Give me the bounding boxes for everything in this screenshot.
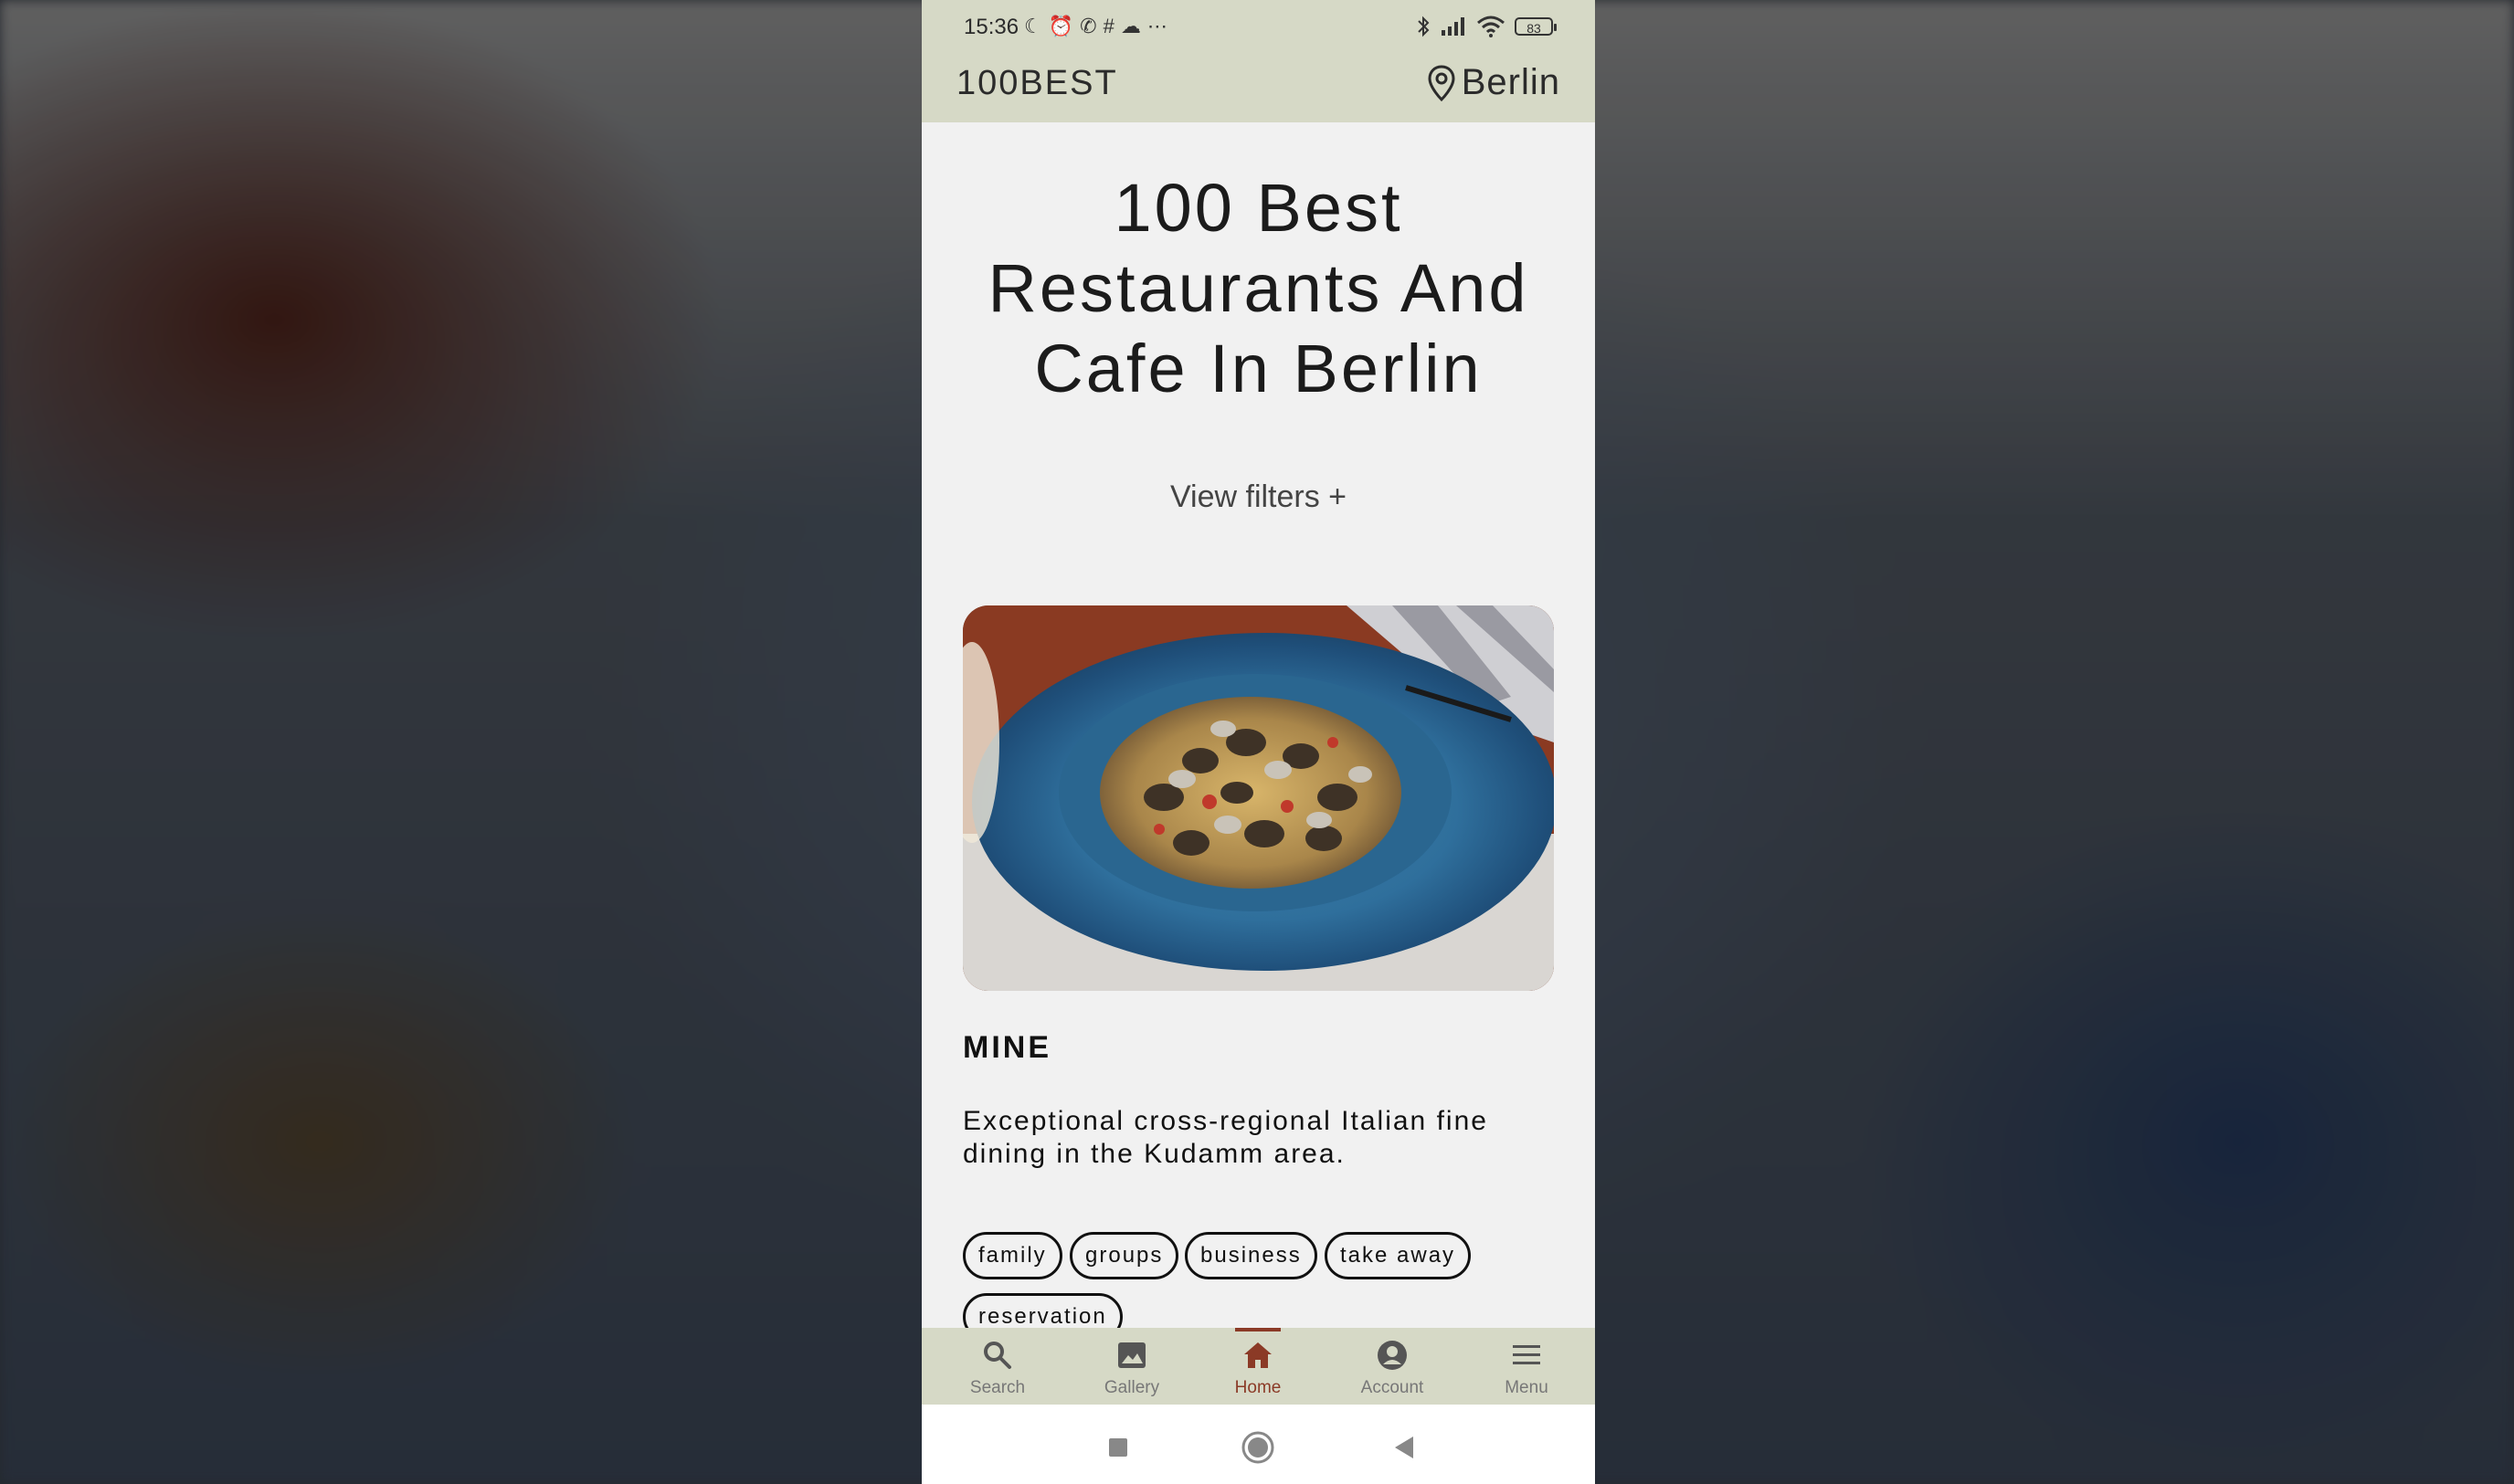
circle-icon (1241, 1431, 1274, 1464)
square-icon (1109, 1438, 1127, 1457)
city-name: Berlin (1461, 62, 1560, 102)
app-icon: ☁ (1120, 15, 1147, 37)
battery-icon: 83 (1515, 17, 1557, 36)
recents-button[interactable] (1100, 1429, 1136, 1466)
tag-groups[interactable]: groups (1070, 1232, 1179, 1279)
page-title: 100 Best Restaurants And Cafe In Berlin (988, 170, 1529, 406)
location-pin-icon (1428, 64, 1455, 101)
status-bar: 15:36 ☾⏰✆#☁⋯ 83 (922, 0, 1595, 53)
nav-menu[interactable]: Menu (1472, 1328, 1581, 1405)
active-indicator (1235, 1328, 1281, 1331)
menu-icon (1513, 1345, 1540, 1364)
back-button[interactable] (1386, 1429, 1422, 1466)
nav-label: Menu (1505, 1378, 1548, 1397)
home-system-button[interactable] (1240, 1429, 1276, 1466)
more-icon: ⋯ (1146, 15, 1174, 37)
tag-business[interactable]: business (1185, 1232, 1317, 1279)
app-bar: 100BEST Berlin (922, 53, 1595, 122)
tag-family[interactable]: family (963, 1232, 1062, 1279)
signal-icon (1442, 17, 1464, 36)
search-icon (984, 1342, 1011, 1369)
brand-logo[interactable]: 100BEST (956, 64, 1118, 103)
city-selector[interactable]: Berlin (1427, 62, 1560, 103)
nav-account[interactable]: Account (1337, 1328, 1447, 1405)
restaurant-image[interactable] (963, 605, 1554, 991)
tag-take-away[interactable]: take away (1325, 1232, 1472, 1279)
phone-screen: 15:36 ☾⏰✆#☁⋯ 83 100BEST Berlin 100 Best … (922, 0, 1595, 1484)
triangle-back-icon (1395, 1437, 1413, 1458)
nav-label: Account (1360, 1378, 1424, 1397)
moon-icon: ☾ (1024, 15, 1049, 37)
nav-home[interactable]: Home (1203, 1328, 1313, 1405)
slack-icon: # (1103, 15, 1121, 37)
wifi-icon (1477, 16, 1505, 37)
view-filters-button[interactable]: View filters + (922, 479, 1595, 516)
bottom-navigation: Search Gallery Home Account Menu (922, 1328, 1595, 1405)
home-icon (1244, 1342, 1272, 1368)
alarm-icon: ⏰ (1048, 15, 1081, 37)
whatsapp-icon: ✆ (1080, 15, 1104, 37)
system-navigation-bar (922, 1405, 1595, 1484)
nav-gallery[interactable]: Gallery (1077, 1328, 1187, 1405)
system-icons: 83 (1416, 13, 1557, 40)
nav-label: Search (969, 1378, 1026, 1397)
bluetooth-icon (1418, 16, 1430, 37)
restaurant-description: Exceptional cross-regional Italian fine … (963, 1106, 1488, 1169)
notification-icons: ☾⏰✆#☁⋯ (1024, 15, 1174, 38)
status-time: 15:36 (964, 15, 1019, 39)
account-icon (1378, 1341, 1407, 1370)
main-content[interactable]: 100 Best Restaurants And Cafe In Berlin … (922, 122, 1595, 1341)
nav-label: Gallery (1104, 1378, 1160, 1397)
nav-search[interactable]: Search (943, 1328, 1052, 1405)
nav-label: Home (1234, 1378, 1282, 1397)
gallery-icon (1118, 1342, 1146, 1368)
food-photo (963, 605, 1554, 991)
restaurant-name[interactable]: MINE (963, 1030, 1051, 1066)
